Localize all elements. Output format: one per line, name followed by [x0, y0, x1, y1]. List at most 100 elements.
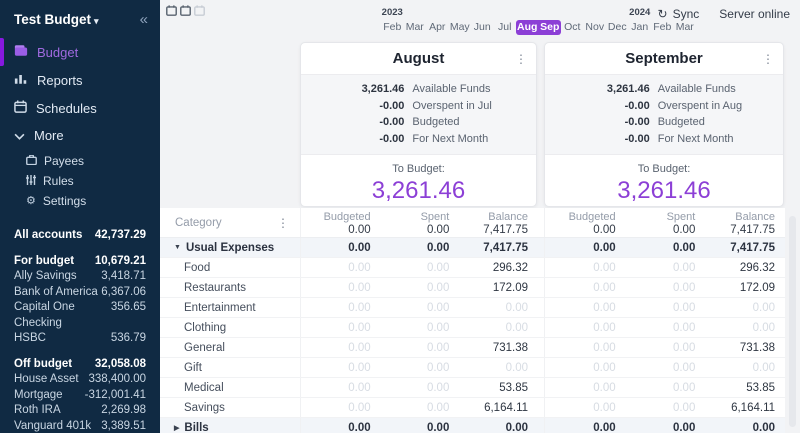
balance-cell[interactable]: 6,164.11: [704, 402, 784, 414]
sidebar-item-budget[interactable]: Budget: [0, 38, 160, 66]
month-strip-item[interactable]: Feb: [381, 20, 404, 35]
balance-cell[interactable]: 731.38: [704, 342, 784, 354]
balance-cell[interactable]: 0.00: [458, 302, 537, 314]
month-strip-item[interactable]: Aug: [516, 20, 539, 35]
category-name[interactable]: Clothing: [160, 322, 300, 334]
month-strip-item[interactable]: Jun: [471, 20, 494, 35]
scrollbar[interactable]: [789, 216, 796, 427]
month-strip-item[interactable]: Oct: [561, 20, 584, 35]
sidebar-item-settings[interactable]: ⚙ Settings: [0, 191, 160, 211]
three-months-icon[interactable]: [194, 5, 205, 16]
category-name[interactable]: Medical: [160, 382, 300, 394]
budgeted-cell[interactable]: 0.00: [301, 242, 380, 254]
month-strip-item[interactable]: Nov: [584, 20, 607, 35]
spent-cell[interactable]: 0.00: [380, 282, 459, 294]
balance-cell[interactable]: 0.00: [704, 322, 784, 334]
spent-cell[interactable]: 0.00: [625, 262, 705, 274]
spent-cell[interactable]: 0.00: [380, 262, 459, 274]
spent-cell[interactable]: 0.00: [625, 302, 705, 314]
budgeted-cell[interactable]: 0.00: [301, 382, 380, 394]
budgeted-column-header[interactable]: Budgeted 0.00: [301, 208, 380, 237]
spent-column-header[interactable]: Spent 0.00: [625, 208, 705, 237]
balance-cell[interactable]: 296.32: [704, 262, 784, 274]
spent-cell[interactable]: 0.00: [380, 362, 459, 374]
month-strip-item[interactable]: May: [449, 20, 472, 35]
category-name[interactable]: Savings: [160, 402, 300, 414]
budgeted-cell[interactable]: 0.00: [545, 422, 625, 433]
budgeted-cell[interactable]: 0.00: [545, 402, 625, 414]
account-row[interactable]: Mortgage-312,001.41: [14, 388, 146, 404]
balance-cell[interactable]: 53.85: [704, 382, 784, 394]
category-group-name[interactable]: ▼Usual Expenses: [160, 242, 300, 254]
server-status[interactable]: Server online: [719, 7, 790, 21]
month-strip-item[interactable]: Sep: [539, 20, 562, 35]
balance-cell[interactable]: 296.32: [458, 262, 537, 274]
balance-cell[interactable]: 0.00: [704, 302, 784, 314]
spent-cell[interactable]: 0.00: [380, 342, 459, 354]
spent-cell[interactable]: 0.00: [625, 342, 705, 354]
category-name[interactable]: Food: [160, 262, 300, 274]
one-month-icon[interactable]: [166, 5, 177, 16]
balance-column-header[interactable]: Balance 7,417.75: [704, 208, 784, 237]
category-name[interactable]: Entertainment: [160, 302, 300, 314]
sidebar-item-payees[interactable]: Payees: [0, 151, 160, 171]
month-strip-item[interactable]: Mar: [674, 20, 697, 35]
spent-cell[interactable]: 0.00: [380, 402, 459, 414]
budgeted-cell[interactable]: 0.00: [301, 262, 380, 274]
month-menu-button[interactable]: ⋮: [762, 53, 774, 65]
spent-cell[interactable]: 0.00: [380, 382, 459, 394]
account-group-header[interactable]: For budget10,679.21: [14, 254, 146, 270]
category-group-name[interactable]: ▶Bills: [160, 422, 300, 433]
sidebar-collapse-button[interactable]: «: [140, 11, 148, 28]
balance-cell[interactable]: 0.00: [704, 362, 784, 374]
spent-cell[interactable]: 0.00: [625, 422, 705, 433]
budgeted-cell[interactable]: 0.00: [545, 302, 625, 314]
balance-cell[interactable]: 53.85: [458, 382, 537, 394]
budget-file-menu[interactable]: Test Budget▾: [14, 12, 99, 27]
sidebar-item-reports[interactable]: Reports: [0, 66, 160, 94]
month-strip-item[interactable]: Mar: [404, 20, 427, 35]
month-strip-item[interactable]: Feb: [651, 20, 674, 35]
sync-button[interactable]: ↻ Sync: [658, 7, 700, 21]
sidebar-item-rules[interactable]: Rules: [0, 171, 160, 191]
budgeted-cell[interactable]: 0.00: [545, 362, 625, 374]
balance-column-header[interactable]: Balance 7,417.75: [458, 208, 537, 237]
budgeted-cell[interactable]: 0.00: [301, 282, 380, 294]
sidebar-item-more[interactable]: More: [0, 122, 160, 149]
category-name[interactable]: Restaurants: [160, 282, 300, 294]
balance-cell[interactable]: 172.09: [704, 282, 784, 294]
month-strip-item[interactable]: Jul: [494, 20, 517, 35]
month-strip-item[interactable]: Jan: [629, 20, 652, 35]
balance-cell[interactable]: 172.09: [458, 282, 537, 294]
spent-cell[interactable]: 0.00: [625, 402, 705, 414]
budgeted-cell[interactable]: 0.00: [301, 322, 380, 334]
budgeted-cell[interactable]: 0.00: [545, 382, 625, 394]
spent-cell[interactable]: 0.00: [625, 322, 705, 334]
budgeted-cell[interactable]: 0.00: [301, 402, 380, 414]
balance-cell[interactable]: 0.00: [458, 422, 537, 433]
two-months-icon[interactable]: [180, 5, 191, 16]
category-name[interactable]: Gift: [160, 362, 300, 374]
month-strip-item[interactable]: Apr: [426, 20, 449, 35]
account-row[interactable]: Vanguard 401k3,389.51: [14, 419, 146, 433]
account-row[interactable]: Bank of America6,367.06: [14, 285, 146, 301]
spent-cell[interactable]: 0.00: [380, 422, 459, 433]
account-row[interactable]: Roth IRA2,269.98: [14, 403, 146, 419]
budgeted-cell[interactable]: 0.00: [301, 362, 380, 374]
spent-cell[interactable]: 0.00: [625, 282, 705, 294]
account-row[interactable]: HSBC536.79: [14, 331, 146, 347]
spent-column-header[interactable]: Spent 0.00: [380, 208, 459, 237]
spent-cell[interactable]: 0.00: [625, 362, 705, 374]
spent-cell[interactable]: 0.00: [625, 242, 705, 254]
all-accounts-row[interactable]: All accounts 42,737.29: [14, 228, 146, 244]
balance-cell[interactable]: 6,164.11: [458, 402, 537, 414]
balance-cell[interactable]: 731.38: [458, 342, 537, 354]
account-row[interactable]: Capital One Checking356.65: [14, 300, 146, 331]
category-name[interactable]: General: [160, 342, 300, 354]
budgeted-cell[interactable]: 0.00: [545, 322, 625, 334]
to-budget-button[interactable]: To Budget: 3,261.46: [301, 155, 536, 205]
budgeted-cell[interactable]: 0.00: [301, 342, 380, 354]
category-menu-button[interactable]: ⋮: [277, 217, 289, 229]
budgeted-cell[interactable]: 0.00: [545, 242, 625, 254]
budgeted-column-header[interactable]: Budgeted 0.00: [545, 208, 625, 237]
